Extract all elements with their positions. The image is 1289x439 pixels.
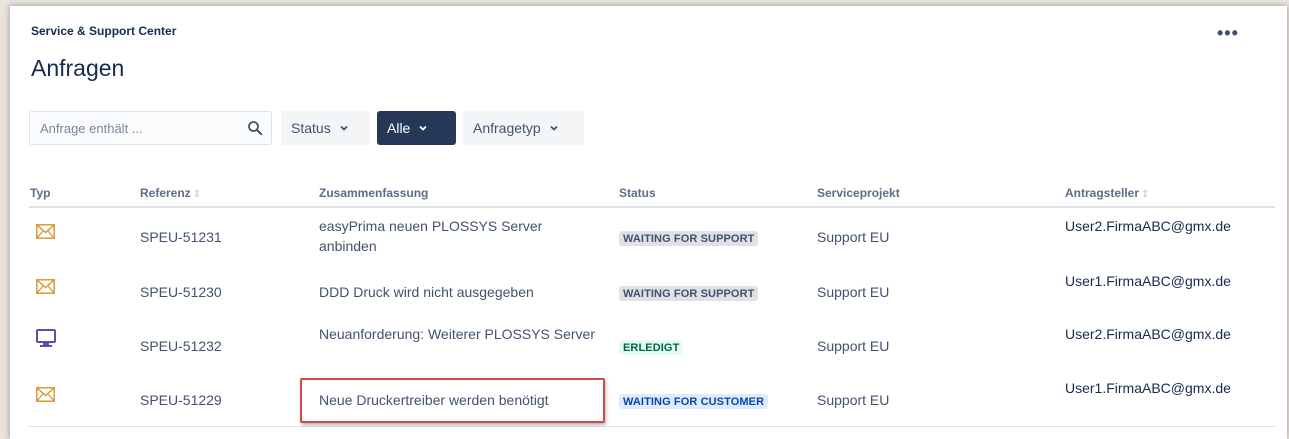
request-type-filter-dropdown[interactable]: Anfragetyp [463, 111, 584, 145]
service-project: Support EU [817, 229, 890, 245]
status-badge: WAITING FOR SUPPORT [619, 231, 759, 246]
status-filter-dropdown[interactable]: Status [281, 111, 370, 145]
sort-icon: ⇕ [1141, 189, 1150, 200]
requester: User1.FirmaABC@gmx.de [1065, 273, 1231, 289]
column-header-serviceprojekt: Serviceprojekt [817, 186, 900, 200]
main-panel: Service & Support Center ••• Anfragen St… [10, 6, 1287, 439]
summary-link[interactable]: Neuanforderung: Weiterer PLOSSYS Server [319, 324, 599, 344]
header-divider [29, 206, 1275, 208]
chevron-down-icon [340, 125, 348, 131]
summary-link[interactable]: DDD Druck wird nicht ausgegeben [319, 282, 599, 302]
status-badge: WAITING FOR SUPPORT [619, 286, 759, 301]
search-box [29, 111, 272, 145]
status-badge: WAITING FOR CUSTOMER [619, 394, 769, 409]
alle-filter-dropdown[interactable]: Alle [377, 111, 456, 145]
request-type-filter-label: Anfragetyp [473, 120, 541, 136]
status-badge: ERLEDIGT [619, 340, 684, 355]
column-header-antragsteller[interactable]: Antragsteller ⇕ [1065, 186, 1149, 200]
monitor-icon [36, 329, 56, 347]
envelope-icon [36, 224, 55, 239]
sort-icon: ⇕ [192, 189, 202, 200]
requester: User2.FirmaABC@gmx.de [1065, 218, 1231, 234]
column-header-referenz[interactable]: Referenz ⇕ [140, 186, 201, 200]
alle-filter-label: Alle [387, 120, 411, 136]
reference-link[interactable]: SPEU-51230 [140, 282, 222, 302]
page-title: Anfragen [31, 55, 125, 81]
column-header-status: Status [619, 186, 656, 200]
reference-link[interactable]: SPEU-51231 [140, 227, 222, 247]
service-project: Support EU [817, 392, 890, 408]
chevron-down-icon [419, 125, 427, 131]
column-header-typ: Typ [30, 186, 51, 200]
status-filter-label: Status [291, 120, 331, 136]
column-header-zusammenfassung: Zusammenfassung [319, 186, 429, 200]
service-project: Support EU [817, 284, 890, 300]
reference-link[interactable]: SPEU-51229 [140, 390, 222, 410]
requester: User2.FirmaABC@gmx.de [1065, 326, 1231, 342]
search-icon[interactable] [247, 120, 263, 136]
requester: User1.FirmaABC@gmx.de [1065, 380, 1231, 396]
reference-link[interactable]: SPEU-51232 [140, 336, 222, 356]
search-input[interactable] [38, 120, 242, 137]
envelope-icon [36, 279, 55, 294]
service-project: Support EU [817, 338, 890, 354]
table-bottom-divider [29, 426, 1275, 427]
highlight-annotation [300, 378, 605, 423]
breadcrumb[interactable]: Service & Support Center [31, 24, 176, 38]
summary-link[interactable]: easyPrima neuen PLOSSYS Server anbinden [319, 216, 599, 256]
envelope-icon [36, 387, 55, 402]
chevron-down-icon [550, 125, 558, 131]
more-actions-button[interactable]: ••• [1217, 24, 1239, 42]
